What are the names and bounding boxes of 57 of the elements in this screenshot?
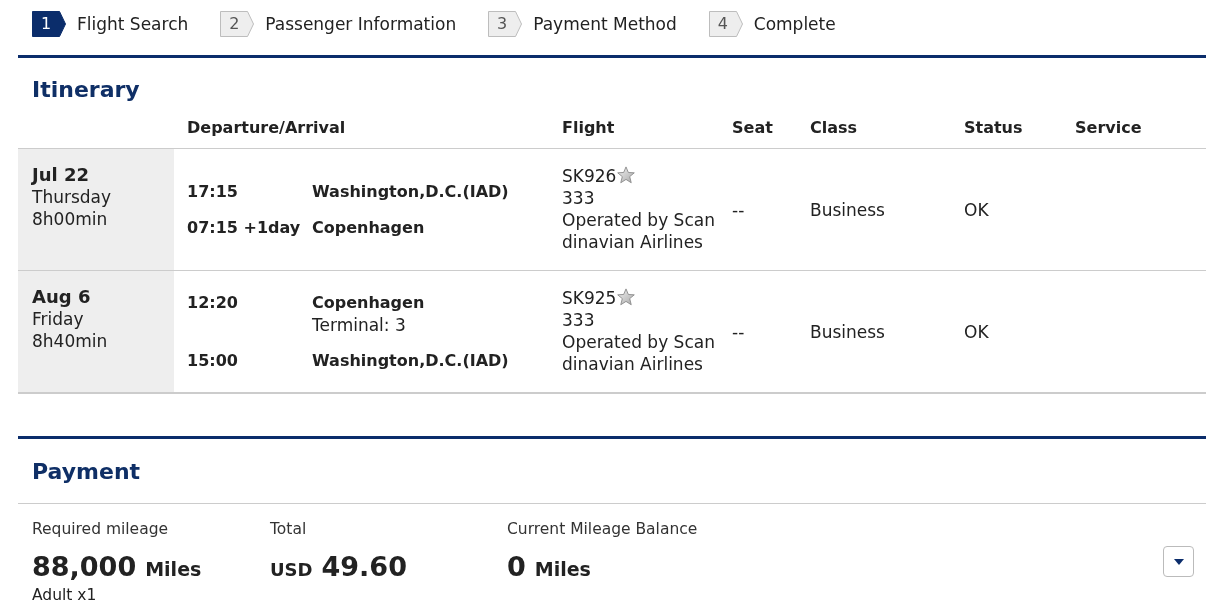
cabin-class: Business (810, 198, 885, 221)
operator-text: Operated by Scandinavian Airlines (562, 209, 716, 253)
booking-status: OK (964, 198, 989, 221)
expand-button[interactable] (1163, 546, 1194, 577)
flight-number: SK926 (562, 165, 617, 187)
location-name: Washington,D.C.(IAD) (312, 182, 509, 201)
flight-time: 17:15 (187, 182, 238, 201)
section-title: Payment (32, 459, 141, 484)
seat-value: -- (732, 320, 745, 343)
step-number: 4 (708, 11, 743, 37)
column-header: Status (964, 118, 1023, 137)
location-name: Copenhagen (312, 293, 425, 312)
amount-value: 88,000 (32, 550, 137, 584)
location-name: Washington,D.C.(IAD) (312, 351, 509, 370)
terminal-info: Terminal: 3 (312, 315, 406, 335)
flight-date: Aug 6 (32, 286, 91, 308)
amount-value: 49.60 (321, 550, 407, 584)
payment-label: Total (270, 519, 307, 539)
currency-label: USD (270, 558, 313, 582)
booking-status: OK (964, 320, 989, 343)
column-header: Service (1075, 118, 1142, 137)
column-header: Flight (562, 118, 615, 137)
step-label: Payment Method (533, 13, 677, 35)
step-label: Complete (753, 13, 836, 35)
aircraft-type: 333 (562, 309, 595, 331)
unit-label: Miles (145, 557, 202, 582)
step-number: 1 (32, 11, 66, 37)
flight-number: SK925 (562, 287, 617, 309)
unit-label: Miles (534, 557, 591, 582)
step-number: 2 (220, 11, 255, 37)
aircraft-type: 333 (562, 187, 595, 209)
step-number: 3 (488, 11, 523, 37)
weekday: Friday (32, 308, 84, 330)
star-icon (617, 165, 636, 184)
cabin-class: Business (810, 320, 885, 343)
flight-time: 07:15 +1day (187, 218, 301, 237)
flight-time: 15:00 (187, 351, 238, 370)
step-label: Passenger Information (265, 13, 457, 35)
flight-date: Jul 22 (32, 164, 89, 186)
step-label: Flight Search (77, 13, 189, 35)
column-header: Seat (732, 118, 773, 137)
operator-text: Operated by Scandinavian Airlines (562, 331, 716, 375)
column-header: Class (810, 118, 858, 137)
flight-duration: 8h00min (32, 208, 108, 230)
passenger-note: Adult x1 (32, 586, 97, 604)
caret-icon (1173, 558, 1184, 565)
section-title: Itinerary (32, 77, 140, 102)
amount-value: 0 (507, 550, 526, 584)
location-name: Copenhagen (312, 218, 425, 237)
payment-label: Required mileage (32, 519, 169, 539)
flight-time: 12:20 (187, 293, 238, 312)
seat-value: -- (732, 198, 745, 221)
payment-label: Current Mileage Balance (507, 519, 698, 539)
weekday: Thursday (32, 186, 112, 208)
column-header: Departure/Arrival (187, 118, 346, 137)
flight-duration: 8h40min (32, 330, 108, 352)
star-icon (617, 287, 636, 306)
